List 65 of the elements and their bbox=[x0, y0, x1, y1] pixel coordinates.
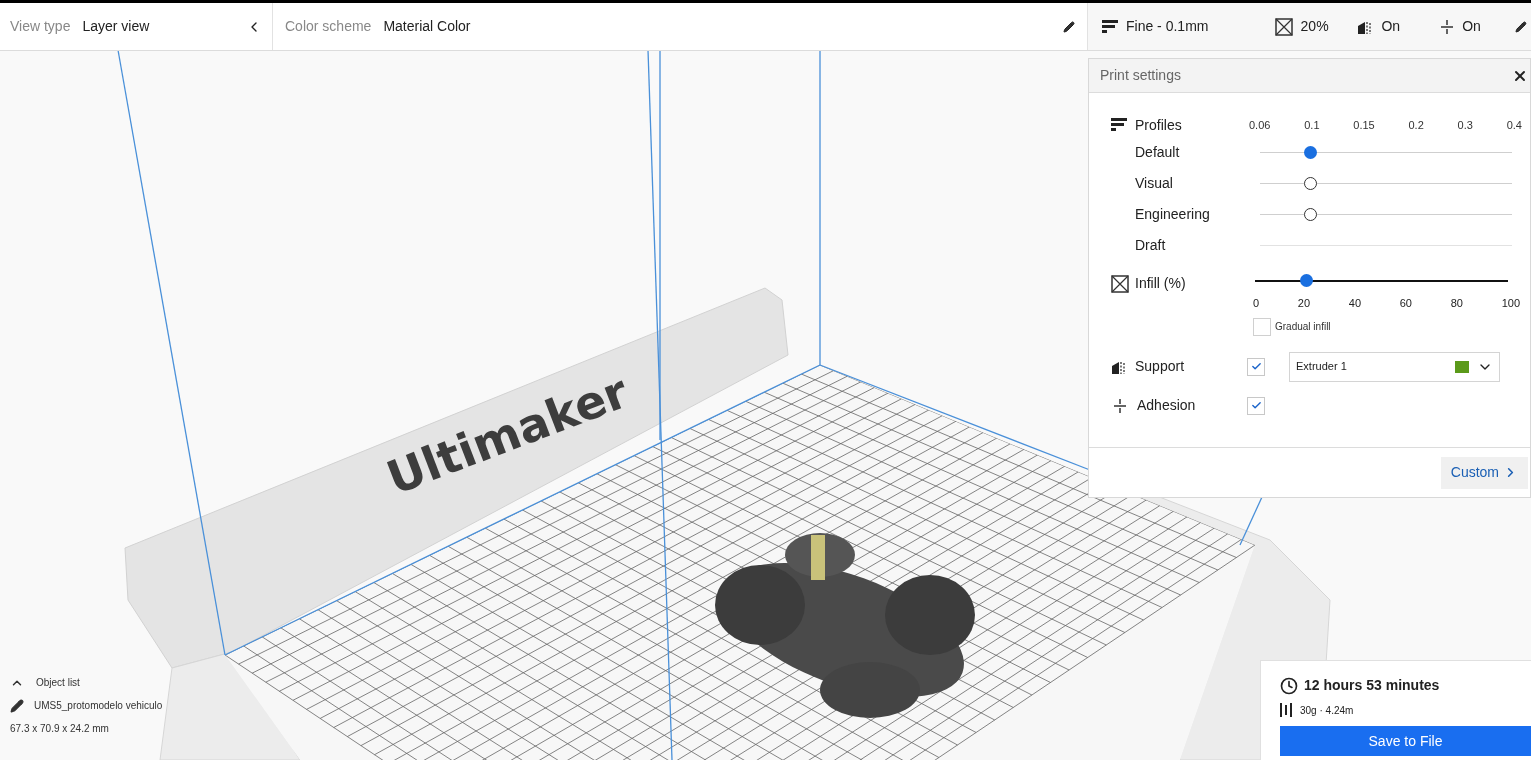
infill-grid-icon bbox=[1274, 17, 1293, 36]
view-type-bar[interactable]: View type Layer view bbox=[0, 3, 273, 50]
infill-tick-label: 20 bbox=[1297, 296, 1311, 311]
support-summary: On bbox=[1381, 17, 1401, 36]
profile-name: Visual bbox=[1134, 174, 1174, 193]
profile-lines-icon bbox=[1111, 118, 1127, 132]
clock-icon bbox=[1280, 676, 1298, 695]
profile-slider[interactable] bbox=[1260, 145, 1512, 160]
build-volume-edge bbox=[1239, 496, 1263, 546]
view-type-value: Layer view bbox=[82, 17, 150, 36]
pencil-icon[interactable] bbox=[1063, 20, 1075, 33]
object-name[interactable]: UMS5_protomodelo vehiculo bbox=[34, 698, 163, 713]
profile-tick-label: 0.15 bbox=[1353, 117, 1375, 133]
slider-thumb[interactable] bbox=[1304, 207, 1318, 221]
gradual-infill-checkbox[interactable] bbox=[1253, 317, 1271, 336]
slider-thumb[interactable] bbox=[1304, 145, 1318, 159]
adhesion-icon bbox=[1113, 397, 1127, 414]
adhesion-checkbox[interactable] bbox=[1247, 396, 1265, 415]
print-time: 12 hours 53 minutes bbox=[1304, 676, 1440, 695]
profile-tick-label: 0.1 bbox=[1304, 117, 1320, 133]
adhesion-summary: On bbox=[1462, 17, 1481, 36]
checkmark-icon bbox=[1250, 400, 1262, 411]
profile-slider[interactable] bbox=[1260, 176, 1512, 191]
profiles-label: Profiles bbox=[1135, 115, 1182, 135]
support-checkbox[interactable] bbox=[1247, 357, 1265, 376]
filament-spool-icon bbox=[1280, 702, 1292, 718]
adhesion-label: Adhesion bbox=[1137, 396, 1196, 415]
slider-thumb[interactable] bbox=[1299, 274, 1313, 287]
pencil-icon bbox=[10, 698, 24, 713]
profile-summary: Fine - 0.1mm bbox=[1126, 17, 1209, 36]
profile-slider[interactable] bbox=[1260, 207, 1512, 222]
profile-name: Draft bbox=[1134, 236, 1167, 255]
color-scheme-label: Color scheme bbox=[285, 17, 372, 36]
pencil-icon[interactable] bbox=[1515, 20, 1527, 33]
infill-slider[interactable] bbox=[1255, 274, 1508, 288]
object-list-title[interactable]: Object list bbox=[36, 675, 80, 690]
gradual-infill-label: Gradual infill bbox=[1275, 320, 1331, 334]
panel-title: Print settings bbox=[1100, 66, 1181, 85]
infill-tick-label: 60 bbox=[1399, 296, 1412, 311]
infill-tick-label: 40 bbox=[1348, 296, 1362, 311]
view-type-label: View type bbox=[10, 17, 71, 36]
object-dimensions: 67.3 x 70.9 x 24.2 mm bbox=[10, 722, 110, 736]
checkmark-icon bbox=[1250, 361, 1262, 372]
adhesion-icon bbox=[1440, 18, 1455, 35]
profile-tick-label: 0.06 bbox=[1249, 117, 1271, 133]
infill-grid-icon bbox=[1111, 274, 1129, 293]
profile-tick-label: 0.3 bbox=[1457, 117, 1473, 133]
profile-name: Engineering bbox=[1134, 205, 1211, 224]
save-to-file-button[interactable]: Save to File bbox=[1280, 726, 1531, 756]
infill-summary: 20% bbox=[1300, 17, 1329, 36]
material-usage: 30g · 4.24m bbox=[1300, 703, 1354, 718]
print-summary-bar[interactable]: Fine - 0.1mm 20% On On bbox=[1088, 3, 1531, 50]
profile-name: Default bbox=[1134, 143, 1181, 162]
custom-button[interactable]: Custom bbox=[1440, 456, 1528, 489]
extruder-dropdown[interactable]: Extruder 1 bbox=[1289, 351, 1500, 382]
profile-tick-label: 0.4 bbox=[1506, 117, 1522, 133]
color-scheme-value: Material Color bbox=[383, 17, 471, 36]
profile-tick-label: 0.2 bbox=[1408, 117, 1424, 133]
infill-tick-label: 80 bbox=[1450, 296, 1463, 311]
support-label: Support bbox=[1135, 357, 1185, 376]
infill-tick-label: 0 bbox=[1253, 296, 1260, 311]
profile-lines-icon bbox=[1102, 19, 1118, 34]
infill-label: Infill (%) bbox=[1135, 274, 1186, 293]
slider-thumb[interactable] bbox=[1304, 176, 1318, 190]
infill-tick-label: 100 bbox=[1501, 296, 1520, 311]
